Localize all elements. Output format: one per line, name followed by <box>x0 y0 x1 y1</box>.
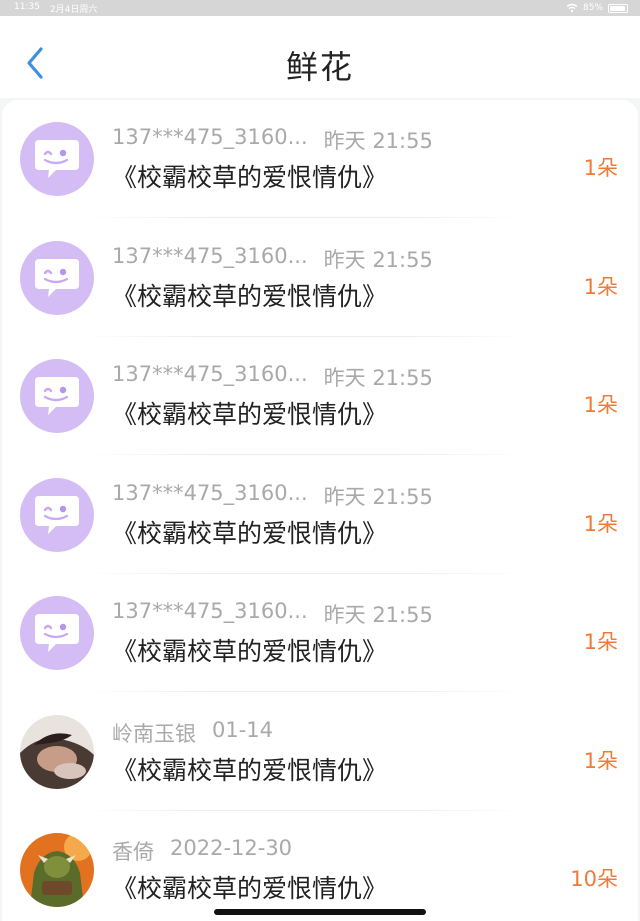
list-item[interactable]: 岭南玉银 01-14 《校霸校草的爱恨情仇》 1朵 <box>2 693 638 811</box>
username: 137***475_3160... <box>112 125 308 149</box>
avatar[interactable] <box>20 477 94 552</box>
avatar[interactable] <box>20 596 94 670</box>
wifi-icon <box>566 3 578 13</box>
home-indicator[interactable] <box>214 909 426 915</box>
user-photo-icon <box>20 714 94 789</box>
avatar[interactable] <box>20 122 94 196</box>
timestamp: 2022-12-30 <box>170 836 293 860</box>
username: 岭南玉银 <box>112 721 196 746</box>
record-meta: 岭南玉银 01-14 <box>112 718 273 748</box>
avatar[interactable] <box>20 833 94 907</box>
status-date: 2月4日周六 <box>49 4 98 15</box>
book-title: 《校霸校草的爱恨情仇》 <box>112 755 388 785</box>
book-title: 《校霸校草的爱恨情仇》 <box>112 281 388 311</box>
chat-bubble-icon <box>35 377 79 415</box>
chat-bubble-icon <box>35 140 79 178</box>
record-meta: 137***475_3160... 昨天 21:55 <box>112 599 433 629</box>
flower-count: 1朵 <box>583 511 618 536</box>
timestamp: 昨天 21:55 <box>323 484 433 509</box>
timestamp: 昨天 21:55 <box>323 129 433 153</box>
record-meta: 137***475_3160... 昨天 21:55 <box>112 125 433 155</box>
record-meta: 137***475_3160... 昨天 21:55 <box>112 481 433 511</box>
battery-icon <box>608 3 628 13</box>
flower-count: 1朵 <box>583 748 618 773</box>
book-title: 《校霸校草的爱恨情仇》 <box>112 163 388 192</box>
avatar[interactable] <box>20 359 94 433</box>
flower-count: 1朵 <box>583 393 618 417</box>
avatar[interactable] <box>20 240 94 315</box>
flower-count: 1朵 <box>583 630 618 654</box>
list-item[interactable]: 137***475_3160... 昨天 21:55 《校霸校草的爱恨情仇》 1朵 <box>2 337 638 455</box>
status-bar: 11:35 2月4日周六 85% <box>0 0 640 16</box>
list-item[interactable]: 137***475_3160... 昨天 21:55 《校霸校草的爱恨情仇》 1朵 <box>2 219 638 337</box>
list-item[interactable]: 137***475_3160... 昨天 21:55 《校霸校草的爱恨情仇》 1朵 <box>2 574 638 692</box>
flower-list: 137***475_3160... 昨天 21:55 《校霸校草的爱恨情仇》 1朵 13… <box>2 100 638 921</box>
timestamp: 昨天 21:55 <box>323 603 433 627</box>
chat-bubble-icon <box>35 258 79 297</box>
flower-count: 1朵 <box>583 274 618 299</box>
chat-bubble-icon <box>35 495 79 534</box>
book-title: 《校霸校草的爱恨情仇》 <box>112 518 388 548</box>
flower-count: 10朵 <box>570 867 618 891</box>
record-meta: 137***475_3160... 昨天 21:55 <box>112 244 433 274</box>
flower-count: 1朵 <box>583 156 618 180</box>
game-character-icon <box>20 833 94 907</box>
chat-bubble-icon <box>35 614 79 652</box>
username: 137***475_3160... <box>112 362 308 386</box>
battery-percent: 85% <box>582 3 603 13</box>
list-item[interactable]: 137***475_3160... 昨天 21:55 《校霸校草的爱恨情仇》 1朵 <box>2 100 638 218</box>
username: 香倚 <box>112 840 154 864</box>
username: 137***475_3160... <box>112 599 308 623</box>
list-item[interactable]: 137***475_3160... 昨天 21:55 《校霸校草的爱恨情仇》 1朵 <box>2 456 638 574</box>
timestamp: 01-14 <box>212 717 274 742</box>
list-item[interactable]: 香倚 2022-12-30 《校霸校草的爱恨情仇》 10朵 <box>2 811 638 921</box>
avatar[interactable] <box>20 714 94 789</box>
book-title: 《校霸校草的爱恨情仇》 <box>112 874 388 903</box>
book-title: 《校霸校草的爱恨情仇》 <box>112 637 388 666</box>
book-title: 《校霸校草的爱恨情仇》 <box>112 400 388 429</box>
username: 137***475_3160... <box>112 480 308 505</box>
timestamp: 昨天 21:55 <box>323 247 433 272</box>
nav-bar: 鲜花 <box>0 16 640 98</box>
record-meta: 137***475_3160... 昨天 21:55 <box>112 362 433 392</box>
record-meta: 香倚 2022-12-30 <box>112 836 292 866</box>
page-title: 鲜花 <box>285 48 354 86</box>
timestamp: 昨天 21:55 <box>323 366 433 390</box>
status-time: 11:35 <box>14 1 40 12</box>
username: 137***475_3160... <box>112 243 308 268</box>
